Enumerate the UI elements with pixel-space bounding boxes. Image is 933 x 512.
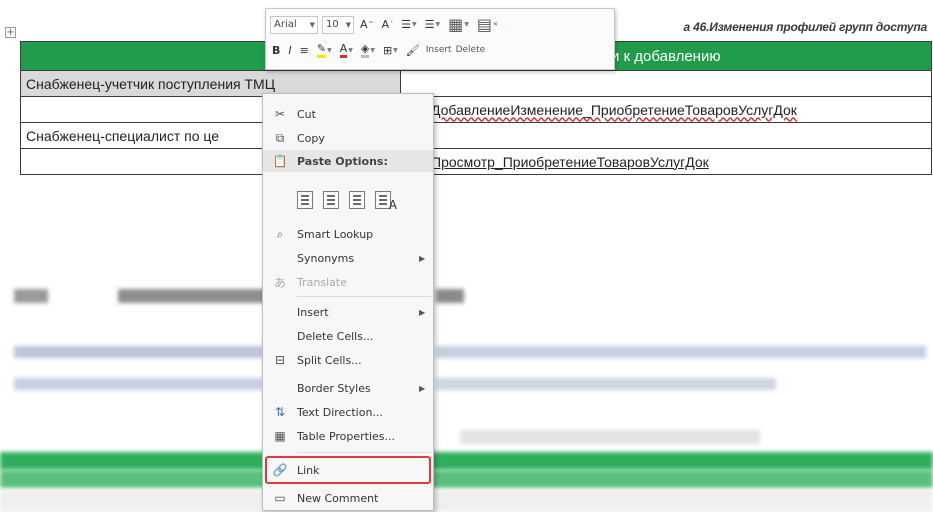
delete-button[interactable]: Delete: [456, 45, 486, 55]
menu-item-label: New Comment: [297, 491, 379, 505]
menu-item-text-direction[interactable]: ⇅ Text Direction...: [263, 400, 433, 424]
menu-item-label: Copy: [297, 131, 325, 145]
borders-button[interactable]: ⊞ ▼: [381, 44, 400, 57]
menu-item-label: Translate: [297, 275, 347, 289]
table-cell-role[interactable]: [400, 122, 932, 149]
table-cell-role[interactable]: Просмотр_ПриобретениеТоваровУслугДок: [431, 154, 709, 170]
menu-item-label: Smart Lookup: [297, 227, 374, 241]
submenu-arrow-icon: ▶: [419, 307, 426, 317]
menu-item-paste-options: 📋 Paste Options:: [263, 150, 433, 172]
insert-button[interactable]: Insert: [426, 45, 452, 55]
font-size-select[interactable]: 10 ▼: [322, 15, 354, 34]
italic-button[interactable]: I: [286, 44, 293, 57]
shading-button[interactable]: ◈ ▼: [359, 42, 377, 58]
font-size-value: 10: [326, 18, 339, 30]
table-grid-icon[interactable]: ▦ ▼: [446, 15, 471, 34]
format-painter-icon[interactable]: 🖌: [404, 44, 422, 57]
menu-item-label: Split Cells...: [297, 353, 362, 367]
delete-table-icon[interactable]: ▤ ✕: [475, 15, 500, 34]
font-color-button[interactable]: A ▼: [338, 42, 355, 58]
table-row[interactable]: Просмотр_ПриобретениеТоваровУслугДок: [20, 148, 932, 175]
font-name-select[interactable]: Arial ▼: [270, 15, 318, 34]
menu-item-label: Border Styles: [297, 381, 371, 395]
search-icon: ⌕: [276, 226, 284, 241]
table-row[interactable]: Снабженец-специалист по це: [20, 122, 932, 149]
submenu-arrow-icon: ▶: [419, 383, 426, 393]
split-cells-icon: ⊟: [274, 353, 286, 367]
table-row[interactable]: ДобавлениеИзменение_ПриобретениеТоваровУ…: [20, 96, 932, 123]
menu-item-label: Cut: [297, 107, 316, 121]
highlight-color-button[interactable]: ✎ ▼: [315, 42, 334, 58]
text-direction-icon: ⇅: [274, 405, 286, 419]
paste-text-only-icon[interactable]: [375, 191, 397, 212]
context-menu: ✂ Cut ⧉ Copy 📋 Paste Options: ⌕ Smart Lo…: [262, 93, 434, 511]
table-cell-role[interactable]: ДобавлениеИзменение_ПриобретениеТоваровУ…: [431, 102, 797, 118]
table-caption: а 46.Изменения профилей групп доступа: [683, 20, 928, 34]
menu-item-insert[interactable]: Insert ▶: [263, 300, 433, 324]
menu-item-label: Table Properties...: [297, 429, 396, 443]
scissors-icon: ✂: [274, 107, 286, 121]
delete-label: Delete: [455, 45, 486, 55]
menu-item-label: Paste Options:: [297, 154, 388, 168]
font-name-value: Arial: [274, 18, 297, 30]
menu-item-translate: あ Translate: [263, 270, 433, 294]
menu-item-label: Insert: [297, 305, 329, 319]
shrink-font-button[interactable]: Aˇ: [380, 18, 396, 31]
copy-icon: ⧉: [275, 130, 285, 145]
insert-label: Insert: [425, 45, 452, 55]
paste-options-row: [297, 191, 397, 212]
bold-button[interactable]: B: [270, 44, 282, 57]
menu-item-label: Text Direction...: [297, 405, 383, 419]
menu-item-smart-lookup[interactable]: ⌕ Smart Lookup: [263, 222, 433, 246]
menu-separator: [297, 452, 431, 453]
menu-item-cut[interactable]: ✂ Cut: [263, 102, 433, 126]
table-move-handle[interactable]: +: [5, 27, 16, 38]
grow-font-button[interactable]: A ^: [358, 18, 376, 31]
menu-item-delete-cells[interactable]: Delete Cells...: [263, 324, 433, 348]
table-cell-role[interactable]: [400, 70, 932, 97]
menu-item-split-cells[interactable]: ⊟ Split Cells...: [263, 348, 433, 372]
menu-item-new-comment[interactable]: ▭ New Comment: [263, 486, 433, 510]
link-highlight-box: [265, 456, 431, 484]
table-properties-icon: ▦: [274, 429, 286, 443]
numbering-button[interactable]: ☰ ▼: [423, 18, 443, 31]
paste-icon: 📋: [272, 154, 288, 168]
menu-item-synonyms[interactable]: Synonyms ▶: [263, 246, 433, 270]
paste-merge-icon[interactable]: [323, 191, 339, 209]
bullets-button[interactable]: ☰ ▼: [399, 18, 419, 31]
paste-nested-icon[interactable]: [349, 191, 365, 209]
table-row[interactable]: Снабженец-учетчик поступления ТМЦ: [20, 70, 932, 97]
menu-item-copy[interactable]: ⧉ Copy: [263, 126, 433, 150]
menu-item-border-styles[interactable]: Border Styles ▶: [263, 376, 433, 400]
mini-toolbar: Arial ▼ 10 ▼ A ^ Aˇ ☰ ▼ ☰ ▼ ▦ ▼ ▤ ✕ B I ≡ ✎ ▼ A ▼…: [265, 8, 615, 70]
menu-item-table-properties[interactable]: ▦ Table Properties...: [263, 424, 433, 448]
translate-icon: あ: [273, 275, 286, 290]
align-icon[interactable]: ≡: [298, 44, 311, 57]
comment-icon: ▭: [274, 491, 286, 505]
menu-separator: [297, 296, 431, 297]
paste-keep-source-icon[interactable]: [297, 191, 313, 209]
menu-item-label: Delete Cells...: [297, 329, 374, 343]
menu-item-label: Synonyms: [297, 251, 355, 265]
submenu-arrow-icon: ▶: [419, 253, 426, 263]
